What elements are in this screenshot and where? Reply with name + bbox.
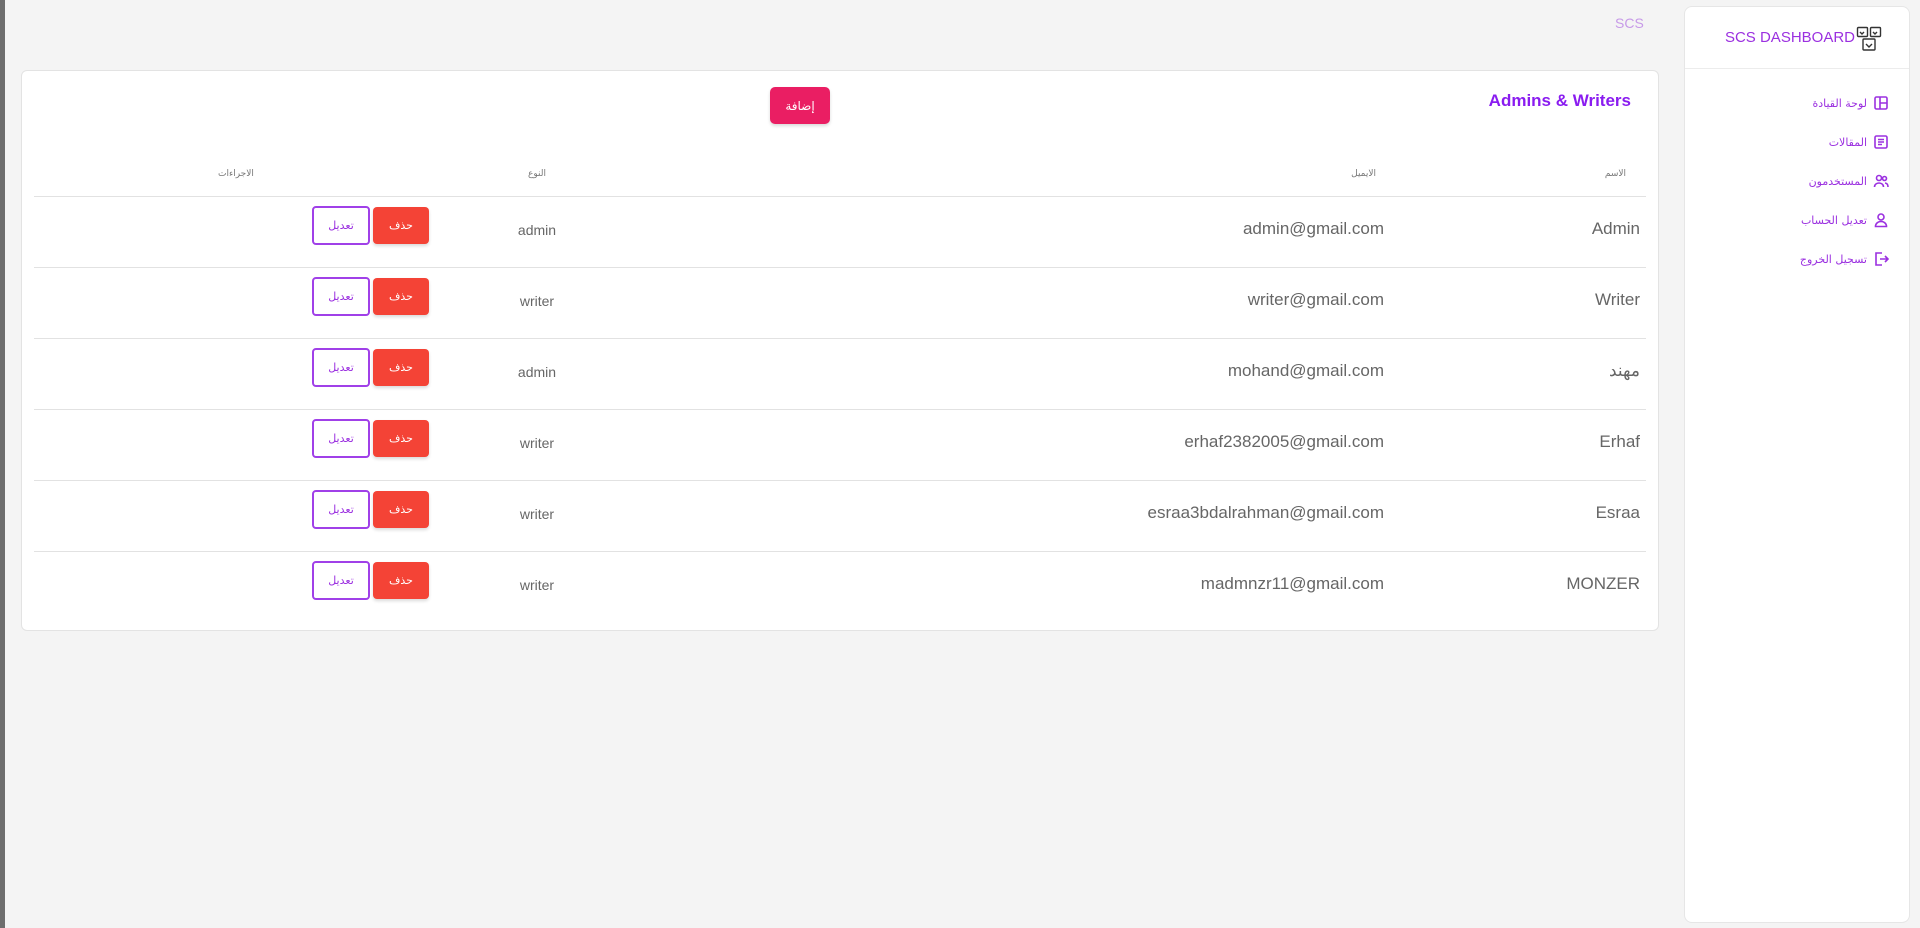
cell-email: erhaf2382005@gmail.com bbox=[1184, 432, 1384, 451]
column-header-type: النوع bbox=[528, 169, 546, 179]
column-header-actions: الاجراءات bbox=[218, 169, 254, 179]
edit-button[interactable]: تعديل bbox=[312, 419, 370, 458]
table-row: Writer writer@gmail.com writer حذف تعديل bbox=[34, 268, 1646, 339]
cell-email: writer@gmail.com bbox=[1247, 290, 1384, 309]
window-edge bbox=[0, 0, 5, 928]
user-icon bbox=[1874, 213, 1888, 228]
delete-button[interactable]: حذف bbox=[373, 349, 429, 386]
table-row: Erhaf erhaf2382005@gmail.com writer حذف … bbox=[34, 410, 1646, 481]
cell-name: Admin bbox=[1591, 219, 1640, 238]
delete-button[interactable]: حذف bbox=[373, 278, 429, 315]
page-title: Admins & Writers bbox=[1488, 91, 1631, 110]
sidebar-item-label: تسجيل الخروج bbox=[1799, 252, 1867, 266]
sidebar-item-label: تعديل الحساب bbox=[1800, 213, 1867, 227]
articles-icon bbox=[1874, 135, 1888, 149]
cell-type: writer bbox=[519, 506, 555, 522]
top-label: SCS bbox=[1615, 15, 1644, 31]
sidebar-item-edit-account[interactable]: تعديل الحساب bbox=[1801, 210, 1889, 230]
edit-button[interactable]: تعديل bbox=[312, 561, 370, 600]
sidebar-item-label: لوحة القيادة bbox=[1812, 96, 1867, 110]
sidebar-item-label: المستخدمون bbox=[1808, 174, 1867, 188]
cell-name: مهند bbox=[1609, 361, 1640, 380]
edit-button[interactable]: تعديل bbox=[312, 348, 370, 387]
logo-icon bbox=[1856, 26, 1882, 52]
table-row: Esraa esraa3bdalrahman@gmail.com writer … bbox=[34, 481, 1646, 552]
sidebar: SCS DASHBOARD لوحة القيادة المقالات المس… bbox=[1684, 6, 1910, 923]
sidebar-header: SCS DASHBOARD bbox=[1685, 7, 1909, 69]
column-header-name: الاسم bbox=[1604, 169, 1626, 179]
column-header-email: الايميل bbox=[1351, 169, 1376, 179]
brand-title[interactable]: SCS DASHBOARD bbox=[1725, 29, 1855, 46]
table-row: MONZER madmnzr11@gmail.com writer حذف تع… bbox=[34, 552, 1646, 623]
cell-type: writer bbox=[519, 293, 555, 309]
edit-button[interactable]: تعديل bbox=[312, 277, 370, 316]
edit-button[interactable]: تعديل bbox=[312, 490, 370, 529]
cell-name: Erhaf bbox=[1599, 432, 1640, 451]
users-icon bbox=[1873, 174, 1889, 188]
edit-button[interactable]: تعديل bbox=[312, 206, 370, 245]
logout-icon bbox=[1875, 252, 1889, 266]
cell-email: mohand@gmail.com bbox=[1227, 361, 1384, 380]
cell-email: esraa3bdalrahman@gmail.com bbox=[1147, 503, 1384, 522]
cell-email: admin@gmail.com bbox=[1242, 219, 1384, 238]
cell-email: madmnzr11@gmail.com bbox=[1200, 574, 1384, 593]
cell-name: Writer bbox=[1594, 290, 1640, 309]
cell-name: Esraa bbox=[1595, 503, 1640, 522]
users-table-card: Admins & Writers إضافة الاسم الايميل الن… bbox=[21, 70, 1659, 631]
add-button[interactable]: إضافة bbox=[770, 87, 830, 124]
sidebar-item-articles[interactable]: المقالات bbox=[1829, 132, 1889, 152]
cell-type: admin bbox=[517, 364, 557, 380]
cell-name: MONZER bbox=[1566, 574, 1640, 593]
table-row: Admin admin@gmail.com admin حذف تعديل bbox=[34, 197, 1646, 268]
cell-type: writer bbox=[519, 577, 555, 593]
sidebar-item-users[interactable]: المستخدمون bbox=[1809, 171, 1889, 191]
sidebar-item-dashboard[interactable]: لوحة القيادة bbox=[1812, 93, 1889, 113]
delete-button[interactable]: حذف bbox=[373, 562, 429, 599]
cell-type: admin bbox=[517, 222, 557, 238]
delete-button[interactable]: حذف bbox=[373, 420, 429, 457]
sidebar-item-logout[interactable]: تسجيل الخروج bbox=[1800, 249, 1889, 269]
table-row: مهند mohand@gmail.com admin حذف تعديل bbox=[34, 339, 1646, 410]
dashboard-icon bbox=[1874, 96, 1888, 110]
sidebar-item-label: المقالات bbox=[1828, 135, 1867, 149]
delete-button[interactable]: حذف bbox=[373, 207, 429, 244]
delete-button[interactable]: حذف bbox=[373, 491, 429, 528]
cell-type: writer bbox=[519, 435, 555, 451]
